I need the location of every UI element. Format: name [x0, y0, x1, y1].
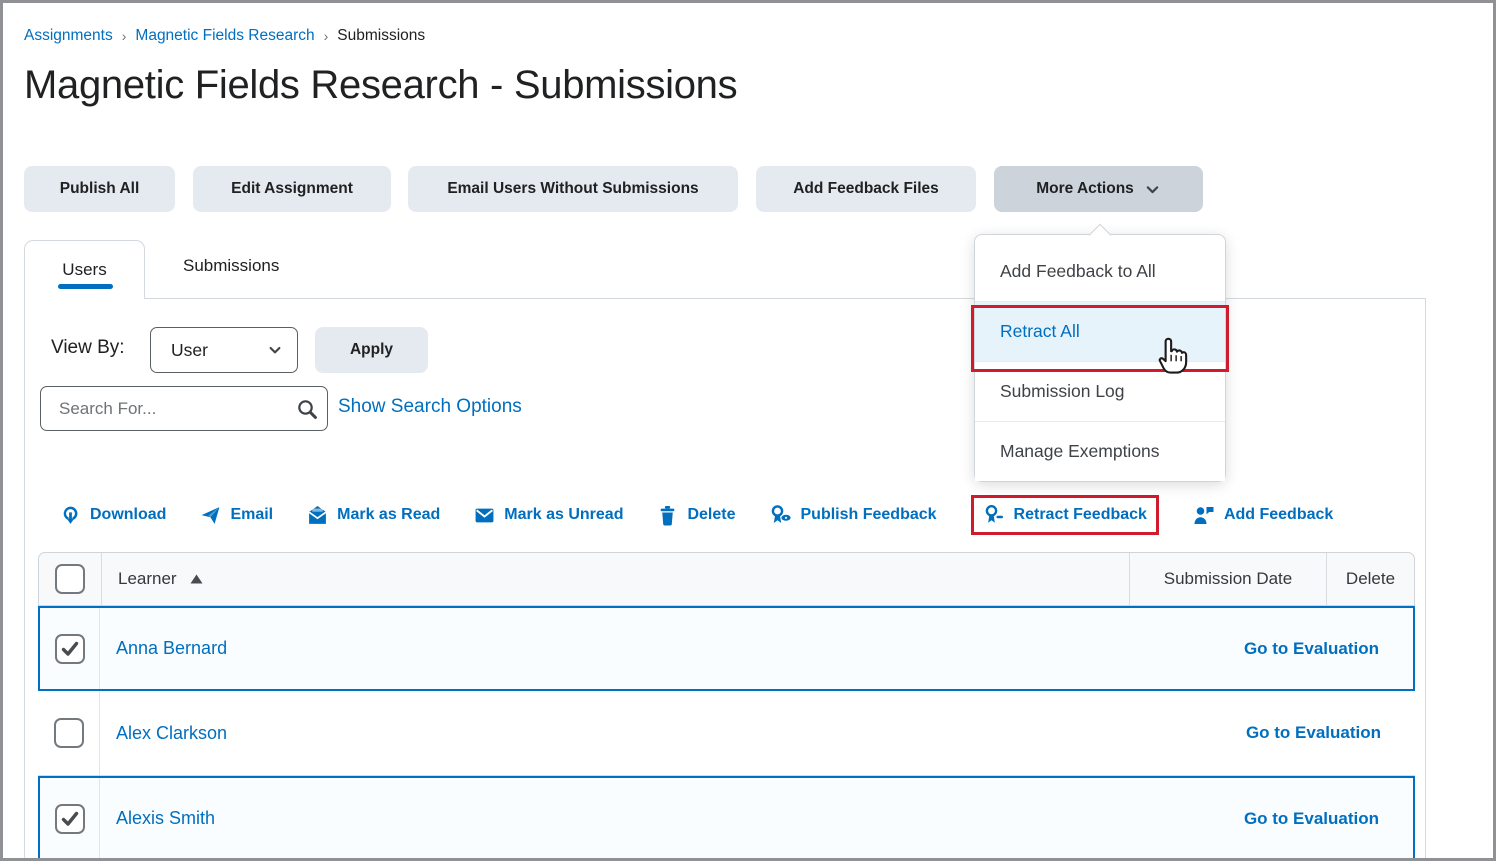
- app-window: Assignments › Magnetic Fields Research ›…: [0, 0, 1496, 861]
- go-to-evaluation-link[interactable]: Go to Evaluation: [1244, 639, 1379, 659]
- row-checkbox-cell: [38, 691, 100, 775]
- learner-name-link[interactable]: Alexis Smith: [116, 808, 215, 829]
- add-feedback-label: Add Feedback: [1224, 506, 1333, 524]
- email-label: Email: [230, 506, 273, 524]
- annotation-highlight-box: Retract Feedback: [971, 495, 1159, 535]
- search-button[interactable]: [286, 387, 327, 430]
- view-by-label: View By:: [51, 337, 125, 359]
- show-search-options-link[interactable]: Show Search Options: [338, 396, 522, 418]
- breadcrumb-assignment-name[interactable]: Magnetic Fields Research: [135, 27, 314, 45]
- table-row: Anna Bernard Go to Evaluation: [38, 606, 1415, 691]
- go-to-evaluation-link[interactable]: Go to Evaluation: [1246, 723, 1381, 743]
- send-icon: [200, 505, 221, 526]
- retract-feedback-label: Retract Feedback: [1014, 506, 1147, 524]
- search-input[interactable]: [41, 399, 286, 419]
- row-checkbox[interactable]: [54, 718, 84, 748]
- menu-item-retract-all[interactable]: Retract All: [975, 301, 1225, 361]
- delete-label: Delete: [687, 506, 735, 524]
- search-icon: [295, 397, 319, 421]
- tab-submissions[interactable]: Submissions: [183, 256, 279, 276]
- apply-button[interactable]: Apply: [315, 327, 428, 373]
- learner-name-link[interactable]: Alex Clarkson: [116, 723, 227, 744]
- evaluation-cell: Go to Evaluation: [1244, 778, 1413, 859]
- retract-feedback-action[interactable]: Retract Feedback: [983, 504, 1147, 526]
- download-label: Download: [90, 506, 166, 524]
- learner-header-label: Learner: [118, 569, 177, 589]
- more-actions-label: More Actions: [1036, 180, 1134, 198]
- mail-open-icon: [307, 505, 328, 526]
- menu-item-submission-log[interactable]: Submission Log: [975, 361, 1225, 421]
- row-checkbox[interactable]: [55, 634, 85, 664]
- publish-all-button[interactable]: Publish All: [24, 166, 175, 212]
- select-all-cell: [39, 553, 101, 605]
- page-title: Magnetic Fields Research - Submissions: [24, 63, 737, 108]
- table-header-row: Learner Submission Date Delete: [38, 552, 1415, 606]
- more-actions-menu: Add Feedback to All Retract All Submissi…: [974, 234, 1226, 482]
- row-checkbox-cell: [40, 778, 100, 859]
- view-by-select[interactable]: User: [150, 327, 298, 373]
- active-tab-indicator: [58, 284, 113, 289]
- learner-name-link[interactable]: Anna Bernard: [116, 638, 227, 659]
- menu-item-manage-exemptions[interactable]: Manage Exemptions: [975, 421, 1225, 481]
- mail-closed-icon: [474, 505, 495, 526]
- breadcrumb-separator: ›: [324, 28, 329, 44]
- mark-as-unread-action[interactable]: Mark as Unread: [474, 505, 623, 526]
- breadcrumb-assignments[interactable]: Assignments: [24, 27, 113, 45]
- chevron-down-icon: [1144, 181, 1161, 198]
- tab-users-label: Users: [62, 260, 106, 280]
- sort-ascending-icon: [190, 574, 203, 584]
- learner-name-cell: Alexis Smith: [100, 778, 1244, 859]
- edit-assignment-button[interactable]: Edit Assignment: [193, 166, 391, 212]
- breadcrumb: Assignments › Magnetic Fields Research ›…: [24, 27, 425, 45]
- mark-as-read-label: Mark as Read: [337, 506, 440, 524]
- delete-column-header: Delete: [1326, 553, 1414, 605]
- table-row: Alexis Smith Go to Evaluation: [38, 776, 1415, 861]
- publish-feedback-icon: [770, 504, 792, 526]
- publish-feedback-action[interactable]: Publish Feedback: [770, 504, 937, 526]
- publish-feedback-label: Publish Feedback: [801, 506, 937, 524]
- delete-action[interactable]: Delete: [657, 505, 735, 526]
- row-checkbox-cell: [40, 608, 100, 689]
- mark-as-read-action[interactable]: Mark as Read: [307, 505, 440, 526]
- learner-name-cell: Alex Clarkson: [100, 691, 1246, 775]
- breadcrumb-current: Submissions: [337, 27, 425, 45]
- trash-icon: [657, 505, 678, 526]
- evaluation-cell: Go to Evaluation: [1244, 608, 1413, 689]
- evaluation-cell: Go to Evaluation: [1246, 691, 1415, 775]
- breadcrumb-separator: ›: [122, 28, 127, 44]
- select-all-checkbox[interactable]: [55, 564, 85, 594]
- download-icon: [60, 505, 81, 526]
- row-checkbox[interactable]: [55, 804, 85, 834]
- mark-as-unread-label: Mark as Unread: [504, 506, 623, 524]
- go-to-evaluation-link[interactable]: Go to Evaluation: [1244, 809, 1379, 829]
- add-feedback-files-button[interactable]: Add Feedback Files: [756, 166, 976, 212]
- learner-name-cell: Anna Bernard: [100, 608, 1244, 689]
- view-by-value: User: [171, 340, 208, 361]
- submissions-table: Learner Submission Date Delete Anna Bern…: [38, 552, 1415, 861]
- tab-users[interactable]: Users: [24, 240, 145, 299]
- learner-column-header[interactable]: Learner: [101, 553, 1129, 605]
- download-action[interactable]: Download: [60, 505, 166, 526]
- bulk-actions-toolbar: Download Email Mark as Read Mark as Unre…: [60, 495, 1333, 535]
- add-feedback-icon: [1193, 504, 1215, 526]
- email-users-without-submissions-button[interactable]: Email Users Without Submissions: [408, 166, 738, 212]
- email-action[interactable]: Email: [200, 505, 273, 526]
- table-row: Alex Clarkson Go to Evaluation: [38, 691, 1415, 776]
- search-box: [40, 386, 328, 431]
- chevron-down-icon: [267, 342, 283, 358]
- submission-date-column-header: Submission Date: [1129, 553, 1326, 605]
- add-feedback-action[interactable]: Add Feedback: [1193, 504, 1333, 526]
- more-actions-button[interactable]: More Actions: [994, 166, 1203, 212]
- menu-item-add-feedback-to-all[interactable]: Add Feedback to All: [975, 241, 1225, 301]
- retract-feedback-icon: [983, 504, 1005, 526]
